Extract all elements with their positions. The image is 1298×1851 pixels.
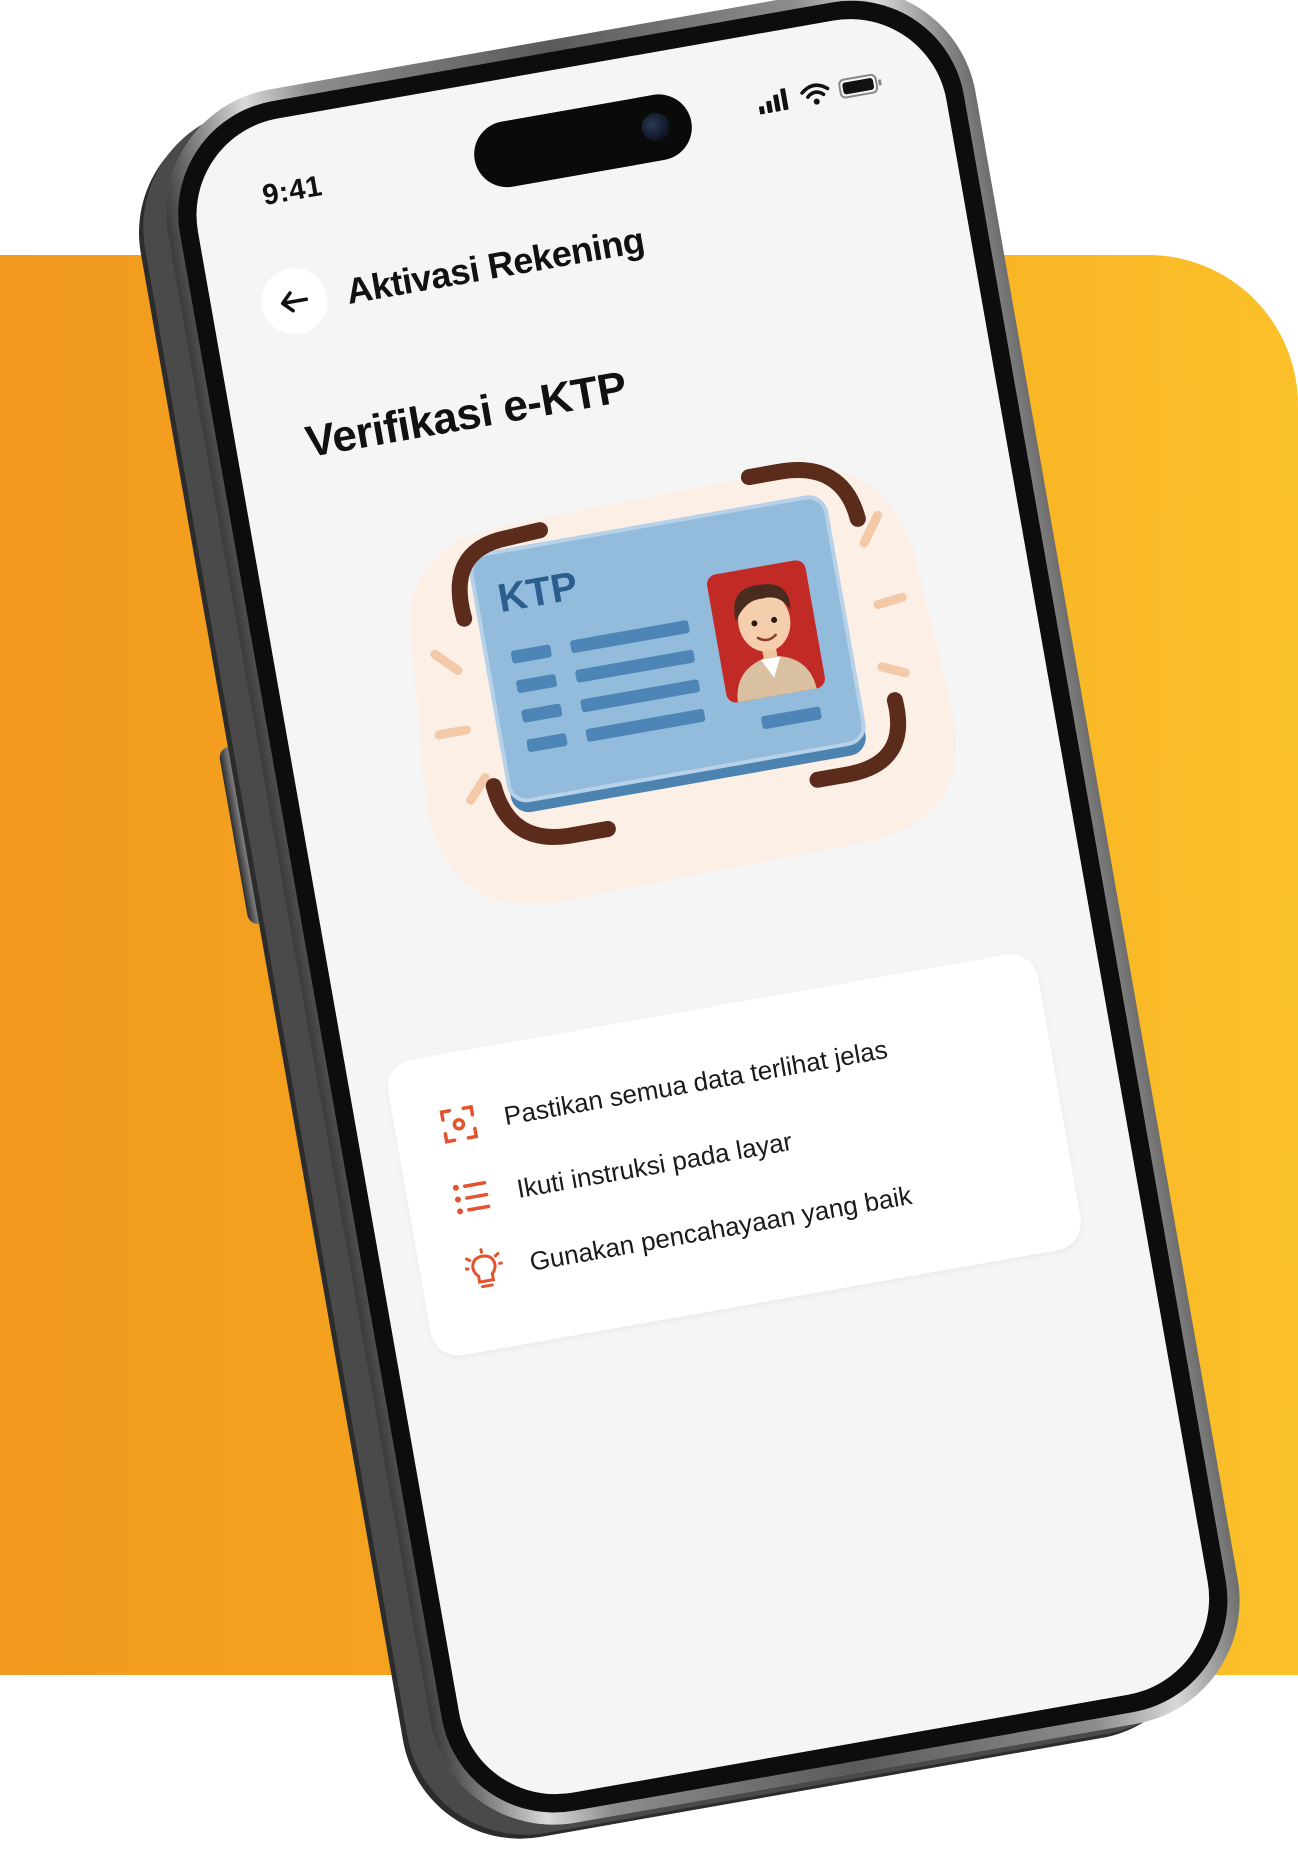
wifi-icon	[800, 83, 830, 105]
arrow-left-icon	[280, 291, 309, 313]
app-header: Aktivasi Rekening	[256, 207, 649, 340]
tip-text: Pastikan semua data terlihat jelas	[501, 1033, 890, 1131]
camera-lens-icon	[639, 110, 672, 144]
ktp-scan-illustration: KTP	[410, 462, 957, 905]
status-time: 9:41	[259, 170, 325, 213]
page-title: Verifikasi e-KTP	[302, 362, 631, 468]
tips-card: Pastikan semua data terlihat jelas Ikuti…	[383, 949, 1086, 1360]
cellular-signal-icon	[758, 88, 789, 115]
lightbulb-icon	[461, 1247, 507, 1293]
status-icons	[756, 71, 884, 115]
header-title: Aktivasi Rekening	[343, 219, 648, 312]
scan-focus-icon	[436, 1101, 482, 1147]
back-button[interactable]	[256, 263, 333, 340]
tip-text: Ikuti instruksi pada layar	[514, 1125, 795, 1204]
tip-item: Pastikan semua data terlihat jelas	[436, 1029, 891, 1147]
dynamic-island	[468, 89, 698, 193]
battery-icon	[838, 73, 882, 99]
list-icon	[449, 1174, 495, 1220]
